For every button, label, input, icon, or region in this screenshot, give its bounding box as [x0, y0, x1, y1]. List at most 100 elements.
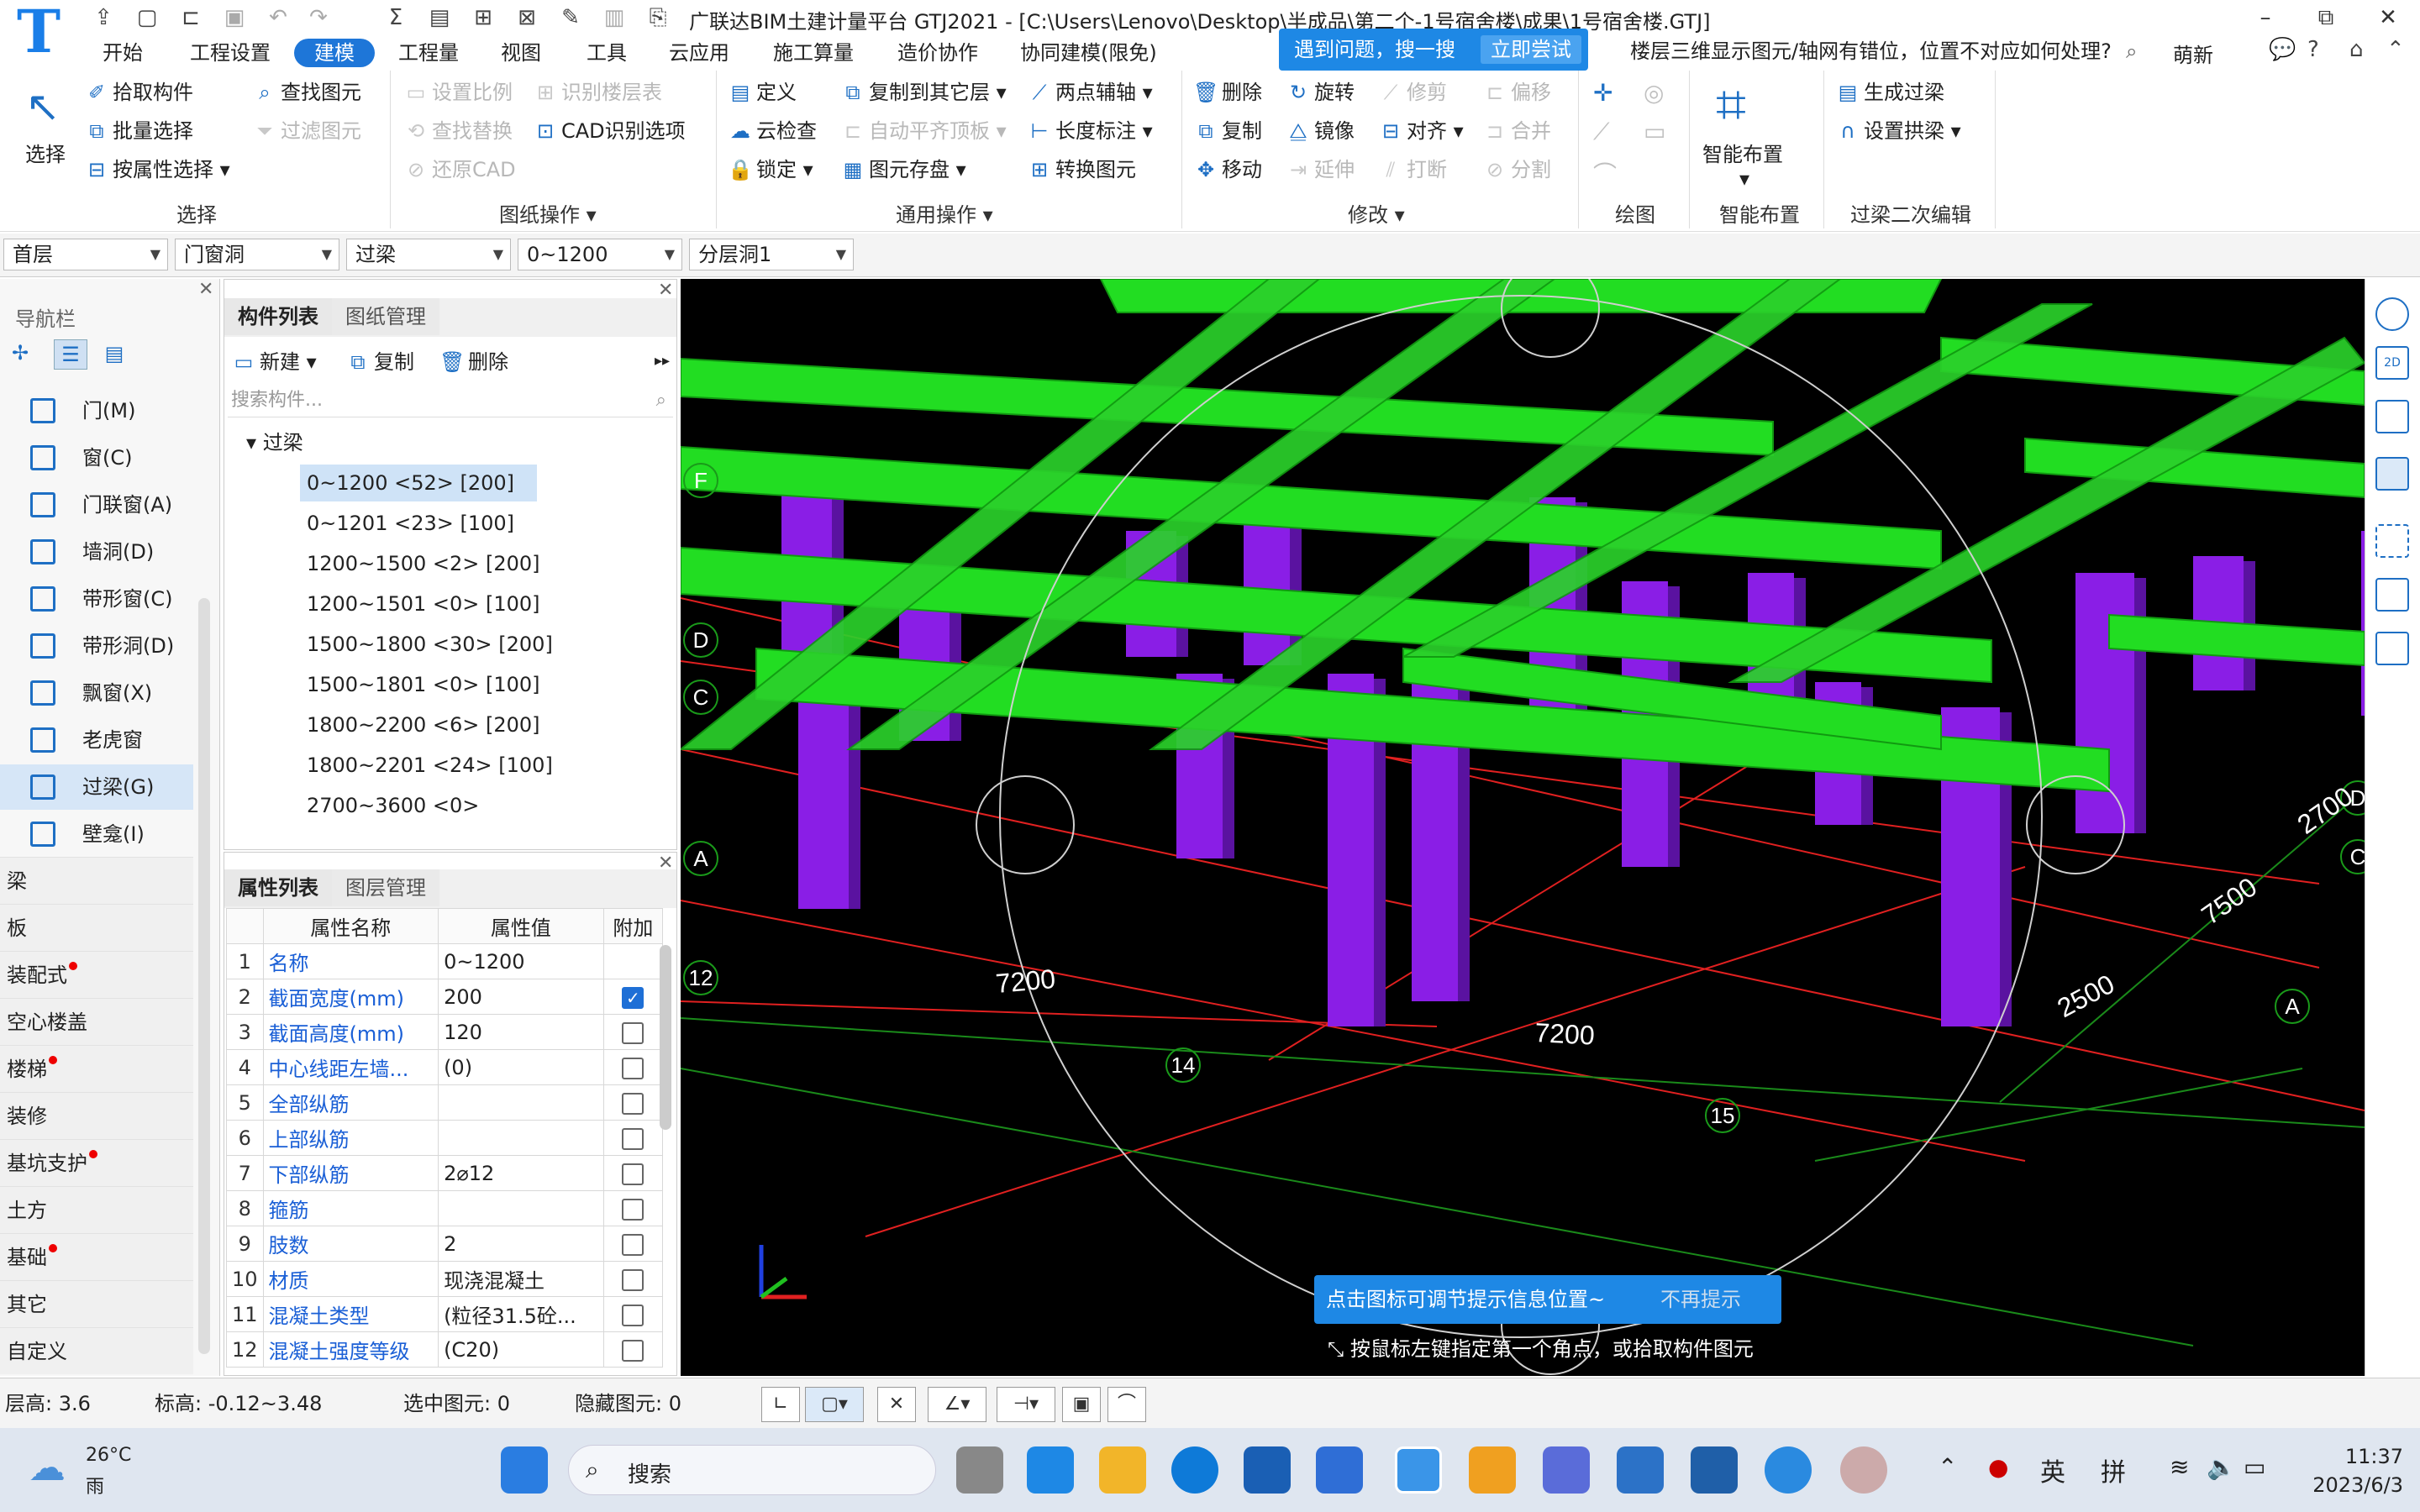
restore-button[interactable]: ⧉ — [2309, 3, 2343, 32]
component-item[interactable]: 1200~1500 <2> [200] — [300, 545, 540, 582]
mirror-button[interactable]: ⧋ 镜像 — [1286, 114, 1355, 148]
copy-button[interactable]: ⧉ 复制 — [1193, 114, 1262, 148]
align-button[interactable]: ⊟ 对齐 ▾ — [1378, 114, 1464, 148]
save-element-button[interactable]: ▦ 图元存盘 ▾ — [840, 153, 966, 186]
property-value[interactable]: 2⌀12 — [438, 1155, 604, 1191]
pencil-icon[interactable]: ✎ — [558, 5, 583, 30]
save-icon[interactable]: ▣ — [222, 5, 247, 30]
help-icon[interactable]: ? — [2307, 37, 2319, 62]
undo-icon[interactable]: ↶ — [266, 5, 291, 30]
gtj-app-icon[interactable] — [1395, 1446, 1442, 1494]
minimize-button[interactable]: – — [2249, 3, 2282, 32]
property-row[interactable]: 12 混凝土强度等级 (C20) — [226, 1331, 664, 1368]
3d-viewport[interactable]: F D C A 12 14 15 A C D 7200 7200 2500 7500 2700 点击图标可调… — [681, 279, 2365, 1376]
property-row[interactable]: 6 上部纵筋 — [226, 1120, 664, 1156]
visibility-icon[interactable] — [2375, 632, 2409, 665]
tab-drawing-management[interactable]: 图纸管理 — [332, 298, 439, 335]
check-grid-icon[interactable]: ⊠ — [514, 5, 539, 30]
close-icon[interactable]: ✕ — [658, 280, 673, 301]
trim-button[interactable]: ⟋ 修剪 — [1378, 76, 1447, 109]
attach-checkbox[interactable] — [622, 1198, 644, 1221]
nav-item[interactable]: 飘窗(X) — [0, 670, 193, 716]
property-row[interactable]: 9 肢数 2 — [226, 1226, 664, 1262]
windows-start-icon[interactable] — [501, 1446, 548, 1494]
cad-app-icon[interactable] — [1691, 1446, 1738, 1494]
menu-quantity[interactable]: 工程量 — [390, 39, 467, 67]
category-select[interactable]: 门窗洞 ▼ — [175, 239, 339, 270]
try-now-button[interactable]: 立即尝试 — [1481, 35, 1581, 64]
tab-layer-management[interactable]: 图层管理 — [332, 869, 439, 906]
filter-element-button[interactable]: ⏷ 过滤图元 — [252, 114, 361, 148]
new-component-button[interactable]: ▭ 新建 ▾ — [231, 345, 317, 379]
generate-lintel-button[interactable]: ▤ 生成过梁 — [1835, 76, 1944, 109]
property-row[interactable]: 11 混凝土类型 (粒径31.5砼... — [226, 1296, 664, 1332]
nav-category[interactable]: 装修 — [0, 1092, 193, 1139]
cad-options-button[interactable]: ⊡ CAD识别选项 — [533, 114, 686, 148]
convert-element-button[interactable]: ⊞ 转换图元 — [1027, 153, 1136, 186]
set-arch-beam-button[interactable]: ∩ 设置拱梁 ▾ — [1835, 114, 1960, 148]
clock-date[interactable]: 2023/6/3 — [2286, 1473, 2403, 1497]
message-icon[interactable]: 💬 — [2269, 37, 2296, 62]
component-item[interactable]: 0~1200 <52> [200] — [300, 465, 537, 501]
user-name[interactable]: 萌新 — [2173, 39, 2213, 68]
volume-icon[interactable]: 🔈 — [2207, 1453, 2236, 1481]
nav-item[interactable]: 过梁(G) — [0, 764, 193, 810]
export-icon[interactable]: ⎘ — [645, 5, 671, 30]
attach-checkbox[interactable] — [622, 1163, 644, 1185]
property-row[interactable]: 1 名称 0~1200 — [226, 943, 664, 979]
tab-component-list[interactable]: 构件列表 — [224, 298, 332, 335]
feishu-icon[interactable] — [1316, 1446, 1363, 1494]
pin-icon[interactable]: ✢ — [12, 341, 29, 365]
upload-icon[interactable]: ⇪ — [91, 5, 116, 30]
nav-item[interactable]: 门联窗(A) — [0, 482, 193, 528]
cube-view-icon[interactable] — [2375, 457, 2409, 491]
menu-construction[interactable]: 施工算量 — [765, 39, 862, 67]
break-button[interactable]: ⫽ 打断 — [1378, 153, 1447, 186]
close-button[interactable]: ✕ — [2371, 3, 2405, 32]
menu-project-settings[interactable]: 工程设置 — [182, 39, 279, 67]
property-value[interactable] — [438, 1084, 604, 1121]
property-value[interactable]: 2 — [438, 1226, 604, 1262]
attach-checkbox[interactable] — [622, 1127, 644, 1150]
find-element-button[interactable]: ⌕ 查找图元 — [252, 76, 361, 109]
tray-expand-icon[interactable]: ⌃ — [1938, 1453, 1957, 1481]
2d-view-icon[interactable]: 2D — [2375, 346, 2409, 380]
attach-checkbox[interactable]: ✓ — [622, 986, 644, 1009]
circle-draw-icon[interactable]: ◎ — [1644, 79, 1664, 107]
nav-item[interactable]: 老虎窗 — [0, 717, 193, 763]
attach-checkbox[interactable] — [622, 1057, 644, 1079]
restore-cad-button[interactable]: ⊘ 还原CAD — [403, 153, 516, 186]
redo-icon[interactable]: ↷ — [306, 5, 331, 30]
menu-modeling[interactable]: 建模 — [294, 39, 375, 67]
menu-cost-collab[interactable]: 造价协作 — [889, 39, 986, 67]
angle-icon[interactable]: ∠▾ — [928, 1387, 986, 1422]
floor-select[interactable]: 首层 ▼ — [3, 239, 168, 270]
ortho-icon[interactable]: ∟ — [761, 1387, 800, 1422]
report-icon[interactable]: ▤ — [427, 5, 452, 30]
display-icon[interactable] — [2375, 578, 2409, 612]
attach-checkbox[interactable] — [622, 1092, 644, 1115]
dont-show-button[interactable]: 不再提示 — [1660, 1275, 1741, 1324]
g-app-icon[interactable] — [1765, 1446, 1812, 1494]
expand-icon[interactable]: ▸▸ — [655, 352, 670, 370]
attach-checkbox[interactable] — [622, 1021, 644, 1044]
property-row[interactable]: 7 下部纵筋 2⌀12 — [226, 1155, 664, 1191]
merge-button[interactable]: ⊐ 合并 — [1482, 114, 1551, 148]
edge-icon[interactable] — [1027, 1446, 1074, 1494]
shield-app-icon[interactable] — [1244, 1446, 1291, 1494]
close-icon[interactable]: ✕ — [658, 853, 673, 874]
battery-icon[interactable]: ▭ — [2244, 1453, 2265, 1481]
calc-app-icon[interactable] — [1617, 1446, 1664, 1494]
split-button[interactable]: ⊘ 分割 — [1482, 153, 1551, 186]
orbit-icon[interactable] — [2375, 297, 2409, 331]
menu-cloud[interactable]: 云应用 — [660, 39, 738, 67]
two-point-axis-button[interactable]: ⟋ 两点辅轴 ▾ — [1027, 76, 1153, 109]
property-row[interactable]: 5 全部纵筋 — [226, 1084, 664, 1121]
nav-category[interactable]: 其它 — [0, 1280, 193, 1327]
task-view-icon[interactable] — [956, 1446, 1003, 1494]
layer-select[interactable]: 分层洞1 ▼ — [689, 239, 854, 270]
3d-box-icon[interactable] — [2375, 400, 2409, 433]
property-value[interactable]: (0) — [438, 1049, 604, 1085]
extend-button[interactable]: ⇥ 延伸 — [1286, 153, 1355, 186]
define-button[interactable]: ▤ 定义 — [728, 76, 797, 109]
